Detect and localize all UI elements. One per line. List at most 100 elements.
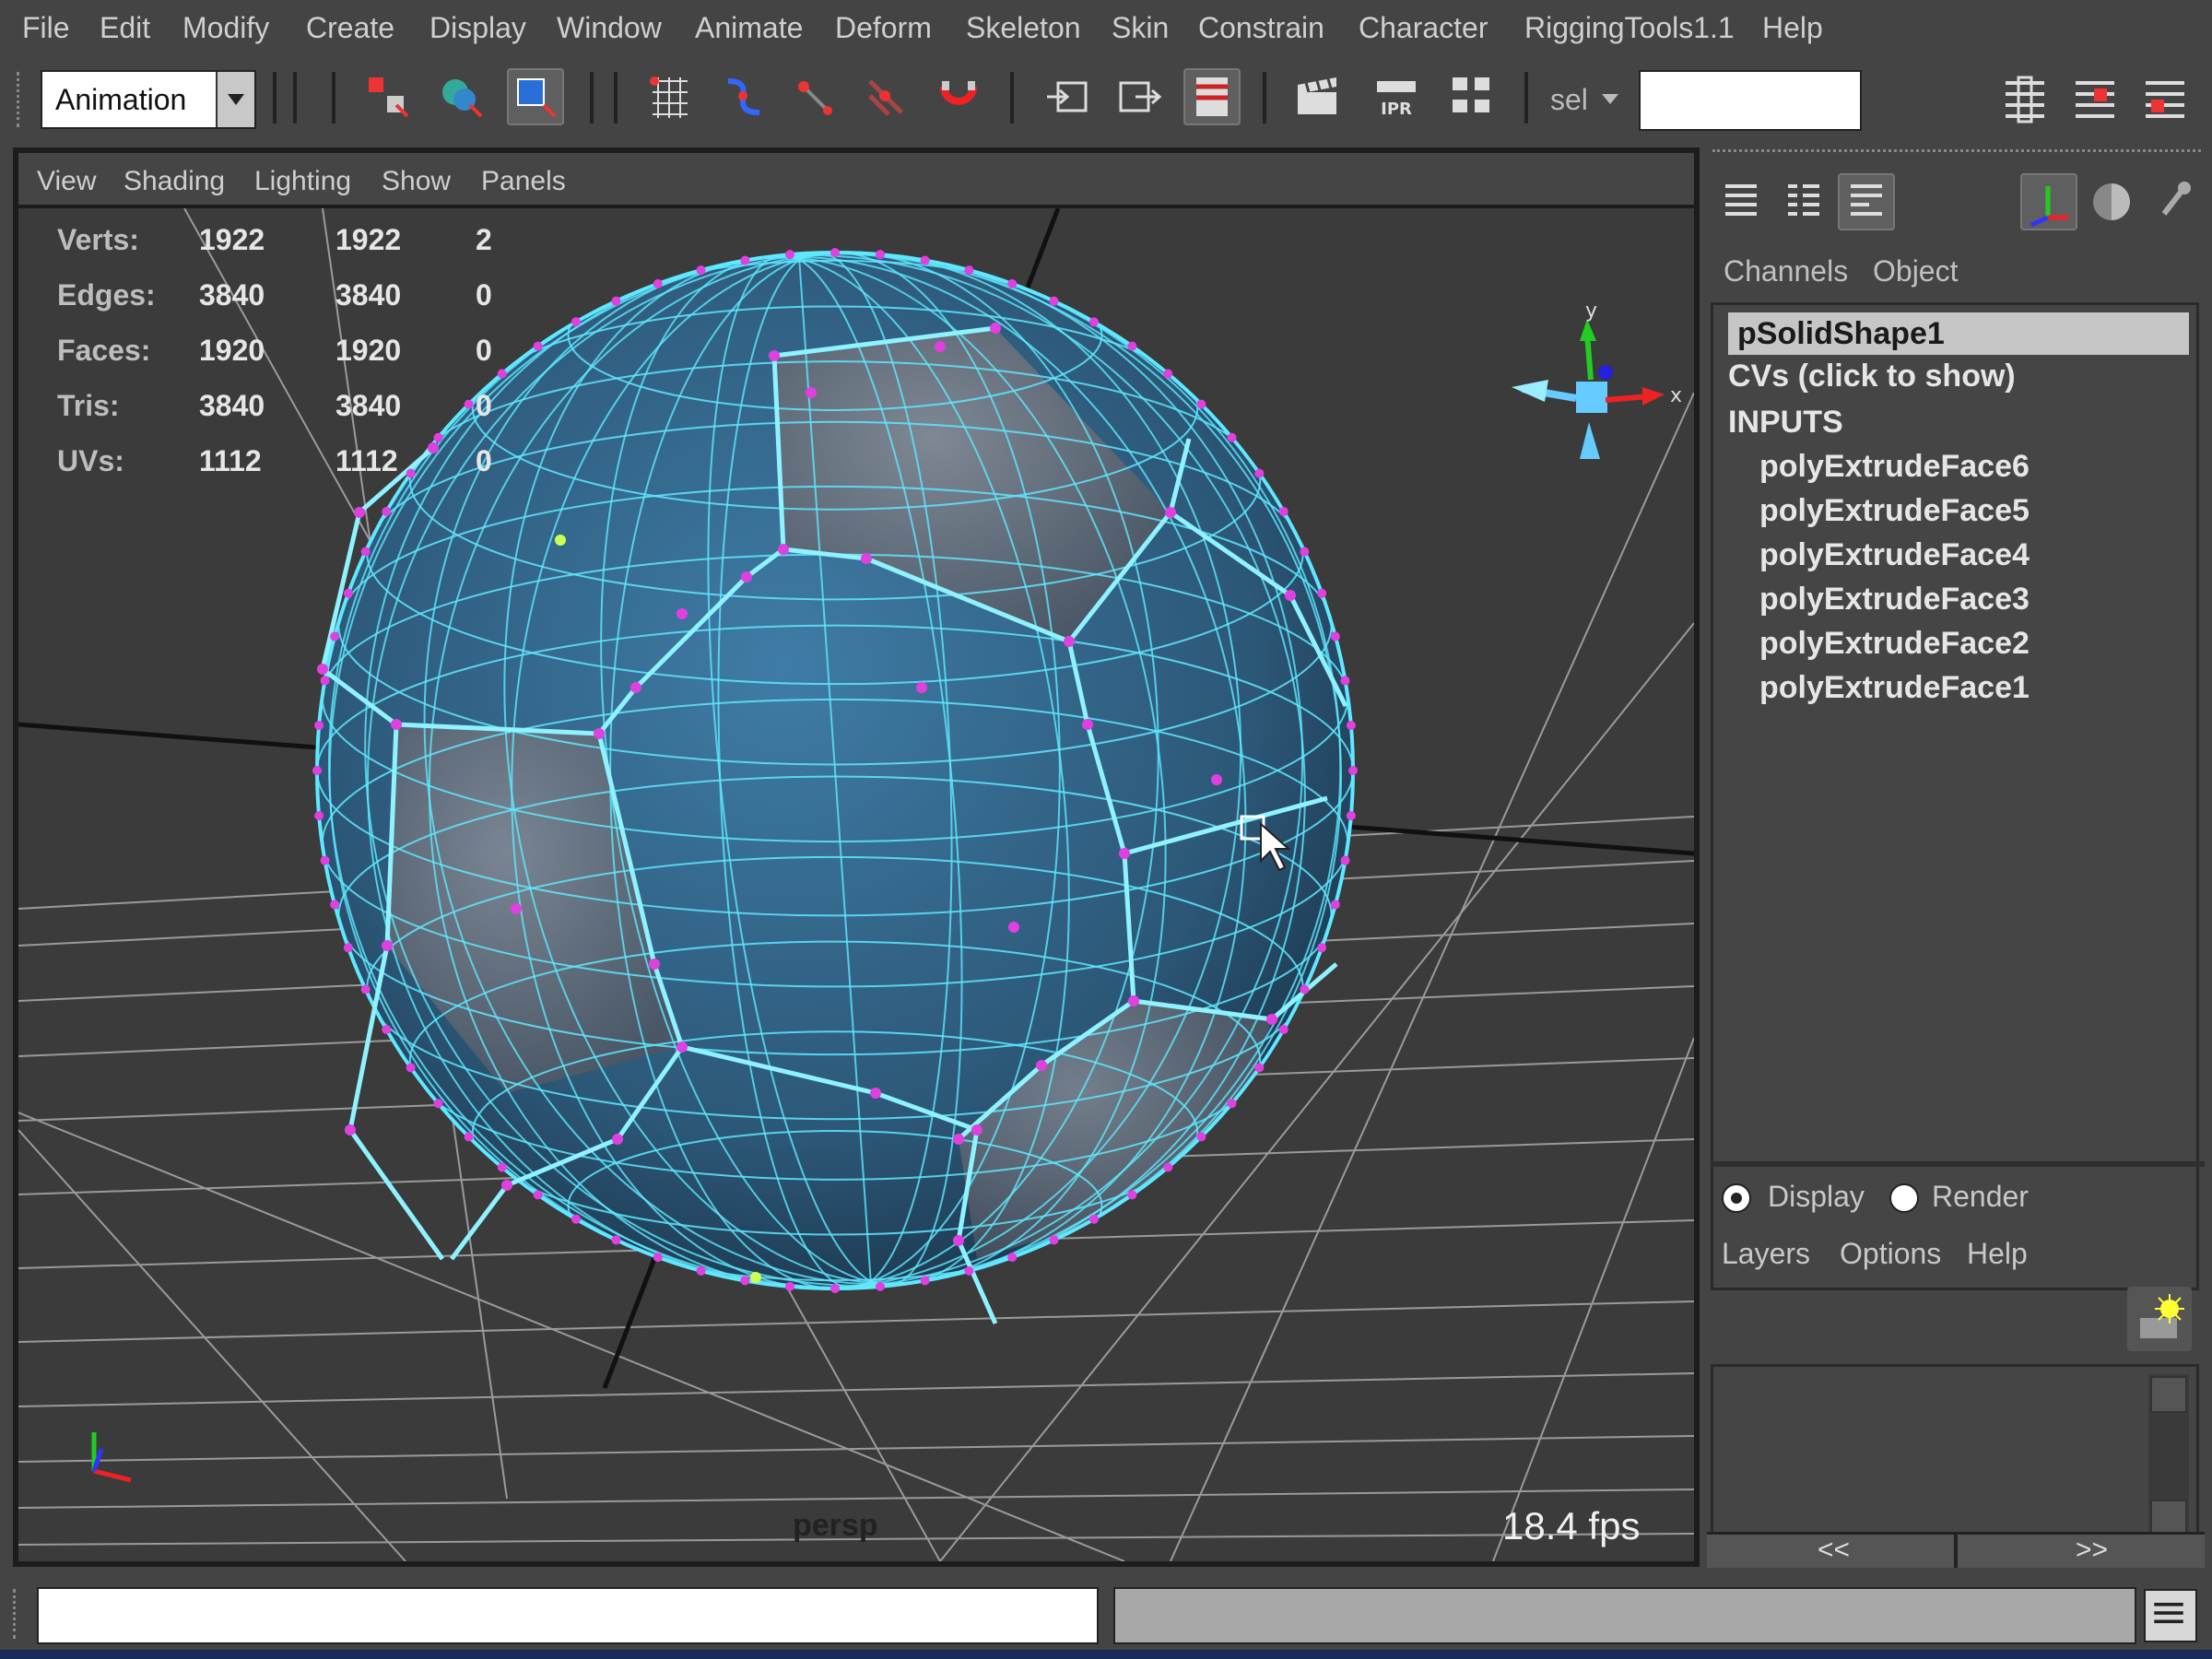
- panel-menu-shading[interactable]: Shading: [124, 166, 225, 197]
- vertex-point: [861, 553, 872, 564]
- perspective-viewport[interactable]: y x Verts: 1922 1922 2 Edges: 3840 3840 …: [18, 208, 1694, 1561]
- menu-modify[interactable]: Modify: [182, 11, 269, 45]
- scene-render[interactable]: y x: [18, 208, 1694, 1561]
- vertex-point: [740, 1276, 750, 1286]
- layer-scrollbar[interactable]: [2148, 1374, 2189, 1538]
- menu-skeleton[interactable]: Skeleton: [966, 11, 1081, 45]
- panel-menu-lighting[interactable]: Lighting: [254, 166, 351, 197]
- snap-to-grid-icon[interactable]: [641, 68, 699, 125]
- command-line-handle[interactable]: [13, 1589, 21, 1639]
- make-live-icon[interactable]: [931, 68, 988, 125]
- display-layer-radio[interactable]: [1722, 1183, 1751, 1213]
- input-node-item[interactable]: polyExtrudeFace5: [1759, 493, 2030, 529]
- chevron-down-icon[interactable]: [1602, 94, 1618, 104]
- quick-selection-input[interactable]: [1639, 70, 1862, 131]
- vertex-point: [354, 507, 365, 518]
- menu-edit[interactable]: Edit: [100, 11, 150, 45]
- layer-visibility-icon[interactable]: [2083, 173, 2140, 230]
- panel-menu-panels[interactable]: Panels: [481, 166, 566, 197]
- ipr-render-icon[interactable]: IPR: [1368, 68, 1425, 125]
- vertex-point: [391, 719, 402, 730]
- view-cube-manipulator[interactable]: y x: [1512, 300, 1682, 459]
- command-result: [1113, 1587, 2136, 1644]
- menu-create[interactable]: Create: [306, 11, 394, 45]
- channel-layer-layout-icon[interactable]: [1838, 173, 1895, 230]
- show-tool-settings-icon[interactable]: [2066, 68, 2124, 125]
- next-button[interactable]: >>: [2076, 1535, 2108, 1566]
- vertex-point: [611, 1235, 621, 1245]
- select-by-hierarchy-icon[interactable]: [359, 68, 417, 125]
- menu-constrain[interactable]: Constrain: [1198, 11, 1324, 45]
- create-layer-icon[interactable]: [2127, 1287, 2192, 1351]
- input-node-item[interactable]: polyExtrudeFace2: [1759, 626, 2030, 662]
- channel-box-layout-icon[interactable]: [1712, 173, 1770, 230]
- snap-to-curve-icon[interactable]: [715, 68, 772, 125]
- snap-to-point-icon[interactable]: [785, 68, 842, 125]
- hud-faces-label: Faces:: [57, 334, 151, 367]
- tab-channels[interactable]: Channels: [1724, 254, 1848, 288]
- vertex-point: [806, 387, 817, 398]
- vertex-point: [964, 265, 974, 276]
- menu-riggingtools[interactable]: RiggingTools1.1: [1524, 11, 1735, 45]
- show-channel-box-icon[interactable]: [2136, 68, 2194, 125]
- menu-character[interactable]: Character: [1359, 11, 1488, 45]
- shape-cvs-item[interactable]: CVs (click to show): [1728, 359, 2189, 394]
- vertex-point: [497, 369, 507, 379]
- vertex-point: [830, 1284, 840, 1293]
- script-editor-icon[interactable]: [2144, 1589, 2197, 1642]
- menu-animate[interactable]: Animate: [695, 11, 803, 45]
- menu-window[interactable]: Window: [557, 11, 662, 45]
- vertex-point: [1127, 341, 1137, 351]
- input-node-item[interactable]: polyExtrudeFace4: [1759, 537, 2030, 573]
- chevron-down-icon[interactable]: [216, 72, 254, 127]
- vertex-point: [382, 940, 393, 951]
- layer-menu-options[interactable]: Options: [1840, 1237, 1941, 1271]
- render-frame-icon[interactable]: [1288, 68, 1346, 125]
- output-operations-icon[interactable]: [1112, 68, 1169, 125]
- panel-drag-handle[interactable]: [1712, 149, 2201, 159]
- vertex-point: [1196, 1132, 1206, 1142]
- layer-menu-layers[interactable]: Layers: [1722, 1237, 1810, 1271]
- tab-object[interactable]: Object: [1873, 254, 1958, 288]
- status-line: Animation IPR sel: [0, 63, 2212, 146]
- menu-skin[interactable]: Skin: [1112, 11, 1169, 45]
- pin-icon[interactable]: [2146, 173, 2203, 230]
- menu-set-value: Animation: [55, 83, 187, 116]
- attribute-layout-icon[interactable]: [1775, 173, 1832, 230]
- selection-mode-label[interactable]: sel: [1550, 83, 1588, 117]
- scroll-up-icon[interactable]: [2150, 1376, 2187, 1413]
- vertex-point: [1278, 507, 1288, 516]
- previous-button[interactable]: <<: [1818, 1535, 1850, 1566]
- vertex-point: [571, 317, 581, 327]
- show-attribute-editor-icon[interactable]: [1996, 68, 2053, 125]
- select-by-component-icon[interactable]: [507, 68, 564, 125]
- input-operations-icon[interactable]: [1040, 68, 1097, 125]
- scroll-down-icon[interactable]: [2150, 1500, 2187, 1536]
- menu-deform[interactable]: Deform: [835, 11, 932, 45]
- vertex-point: [343, 943, 353, 953]
- manipulator-icon[interactable]: [2020, 173, 2077, 230]
- panel-menu-show[interactable]: Show: [382, 166, 451, 197]
- input-node-item[interactable]: polyExtrudeFace3: [1759, 582, 2030, 618]
- menu-set-dropdown[interactable]: Animation: [41, 70, 256, 129]
- construction-history-icon[interactable]: [1183, 68, 1241, 125]
- vertex-point: [990, 323, 1001, 334]
- toolbar-handle[interactable]: [17, 72, 25, 127]
- panel-menu-view[interactable]: View: [37, 166, 96, 197]
- origin-axis-icon: [91, 1432, 132, 1483]
- toolbar-divider: [1524, 72, 1528, 124]
- command-input[interactable]: [37, 1587, 1099, 1644]
- snap-to-view-plane-icon[interactable]: [857, 68, 914, 125]
- input-node-item[interactable]: polyExtrudeFace6: [1759, 449, 2030, 485]
- input-node-item[interactable]: polyExtrudeFace1: [1759, 670, 2030, 706]
- render-globals-icon[interactable]: [1443, 68, 1500, 125]
- vertex-point: [1317, 943, 1327, 953]
- panel-divider[interactable]: [1711, 1161, 2205, 1167]
- menu-file[interactable]: File: [22, 11, 70, 45]
- menu-display[interactable]: Display: [429, 11, 526, 45]
- select-by-object-icon[interactable]: [433, 68, 490, 125]
- menu-help[interactable]: Help: [1762, 11, 1823, 45]
- layer-menu-help[interactable]: Help: [1967, 1237, 2028, 1271]
- render-layer-radio[interactable]: [1889, 1183, 1919, 1213]
- selected-node-name[interactable]: pSolidShape1: [1728, 312, 2189, 355]
